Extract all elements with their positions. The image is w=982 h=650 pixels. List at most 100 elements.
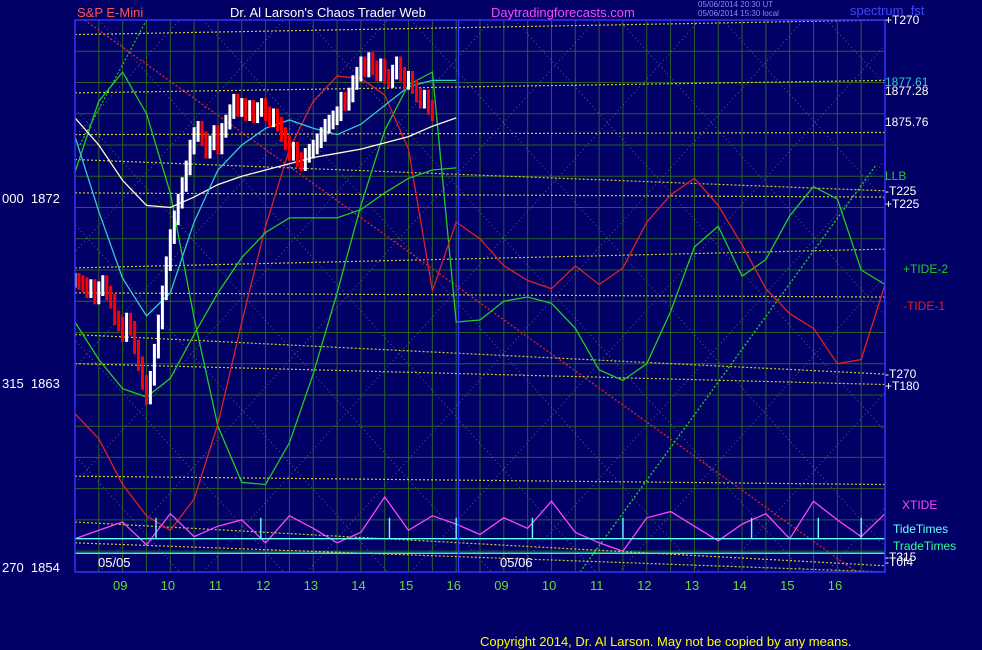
symbol-label: S&P E-Mini xyxy=(77,5,143,20)
price-bar xyxy=(272,108,275,128)
price-bar xyxy=(224,114,228,138)
price-bar xyxy=(81,275,85,292)
right-label-1875-76: 1875.76 xyxy=(885,115,929,129)
right-label-xtide: XTIDE xyxy=(902,498,937,512)
price-bar xyxy=(160,285,164,330)
date-label-0505: 05/05 xyxy=(98,555,131,570)
copyright-footer: Copyright 2014, Dr. Al Larson. May not b… xyxy=(480,634,851,649)
price-bar xyxy=(192,127,196,155)
y-tick-1872: 000 1872 xyxy=(2,191,60,206)
price-bar xyxy=(101,275,105,296)
right-label--t225: -T225 xyxy=(885,184,917,198)
chart-background xyxy=(0,0,982,650)
right-label--t0f4: -T0f4 xyxy=(885,555,913,569)
price-bar xyxy=(347,87,351,111)
price-bar xyxy=(355,66,359,90)
price-bar xyxy=(395,56,399,80)
y-tick-1863: 315 1863 xyxy=(2,376,60,391)
y-tick-1854: 270 1854 xyxy=(2,560,60,575)
price-bar xyxy=(248,100,252,121)
x-tick-label: 11 xyxy=(590,578,604,593)
price-bar xyxy=(232,93,236,119)
x-tick-label: 12 xyxy=(637,578,651,593)
price-bar xyxy=(307,143,311,163)
x-tick-label: 09 xyxy=(494,578,508,593)
price-bar xyxy=(260,98,264,117)
price-bar xyxy=(379,58,383,82)
price-bar xyxy=(363,56,367,78)
x-tick-label: 13 xyxy=(304,578,318,593)
price-bar xyxy=(407,71,410,90)
price-bar xyxy=(276,108,279,132)
right-label--t180: +T180 xyxy=(885,379,920,393)
price-bar xyxy=(264,98,268,121)
price-bar xyxy=(105,275,109,301)
price-bar xyxy=(168,229,172,271)
price-bar xyxy=(295,141,299,167)
price-bar xyxy=(152,343,156,386)
price-bar xyxy=(85,277,89,299)
right-label--tide-1: -TIDE-1 xyxy=(903,299,945,313)
price-bar xyxy=(109,285,113,309)
price-bar xyxy=(240,98,244,117)
price-bar xyxy=(403,66,407,90)
x-tick-label: 13 xyxy=(685,578,699,593)
price-bar xyxy=(113,293,117,326)
price-bar xyxy=(129,312,133,336)
price-bar xyxy=(283,127,287,151)
right-label-llb: LLB xyxy=(885,169,906,183)
price-bar xyxy=(319,127,323,149)
price-bar xyxy=(89,279,93,298)
x-tick-label: 09 xyxy=(113,578,127,593)
price-bar xyxy=(236,93,240,117)
price-bar xyxy=(287,135,291,161)
price-bar xyxy=(327,114,331,134)
price-bar xyxy=(291,141,295,161)
site-link[interactable]: Daytradingforecasts.com xyxy=(491,5,635,20)
price-bar xyxy=(77,273,81,290)
price-bar xyxy=(196,121,200,142)
price-bar xyxy=(411,71,414,94)
timestamp-ut: 05/06/2014 20:30 UT xyxy=(698,0,773,9)
x-tick-label: 10 xyxy=(161,578,175,593)
price-bar xyxy=(351,75,355,103)
price-bar xyxy=(244,98,248,121)
x-tick-label: 11 xyxy=(209,578,223,593)
price-bar xyxy=(335,106,339,126)
chaos-trader-chart: S&P E-Mini Dr. Al Larson's Chaos Trader … xyxy=(0,0,982,650)
price-bar xyxy=(228,104,232,130)
price-bar xyxy=(176,193,180,226)
price-bar xyxy=(430,100,434,121)
price-bar xyxy=(256,102,260,124)
date-label-0506: 05/06 xyxy=(500,555,533,570)
price-bar xyxy=(415,79,418,103)
price-bar xyxy=(208,135,212,159)
chart-svg: S&P E-Mini Dr. Al Larson's Chaos Trader … xyxy=(0,0,982,650)
price-bar xyxy=(331,110,335,130)
price-bar xyxy=(97,281,101,305)
timestamp-local: 05/06/2014 15:30 local xyxy=(698,9,779,18)
price-bar xyxy=(180,177,184,209)
x-tick-label: 16 xyxy=(447,578,461,593)
price-bar xyxy=(148,371,152,405)
right-label--tide-2: +TIDE-2 xyxy=(903,262,948,276)
price-bar xyxy=(212,125,216,151)
price-bar xyxy=(133,321,137,355)
price-bar xyxy=(164,256,168,301)
price-bar xyxy=(375,60,379,82)
right-label-1877-28: 1877.28 xyxy=(885,84,929,98)
x-tick-label: 12 xyxy=(256,578,270,593)
price-bar xyxy=(145,375,148,405)
price-bar xyxy=(93,279,97,305)
price-bar xyxy=(184,160,188,192)
x-tick-label: 14 xyxy=(732,578,746,593)
price-bar xyxy=(216,125,220,155)
price-bar xyxy=(399,56,403,82)
price-bar xyxy=(200,121,204,146)
price-bar xyxy=(371,52,375,76)
x-tick-label: 15 xyxy=(780,578,794,593)
price-bar xyxy=(117,310,121,332)
price-bar xyxy=(125,312,129,342)
x-tick-label: 16 xyxy=(828,578,842,593)
price-bar xyxy=(391,64,395,88)
